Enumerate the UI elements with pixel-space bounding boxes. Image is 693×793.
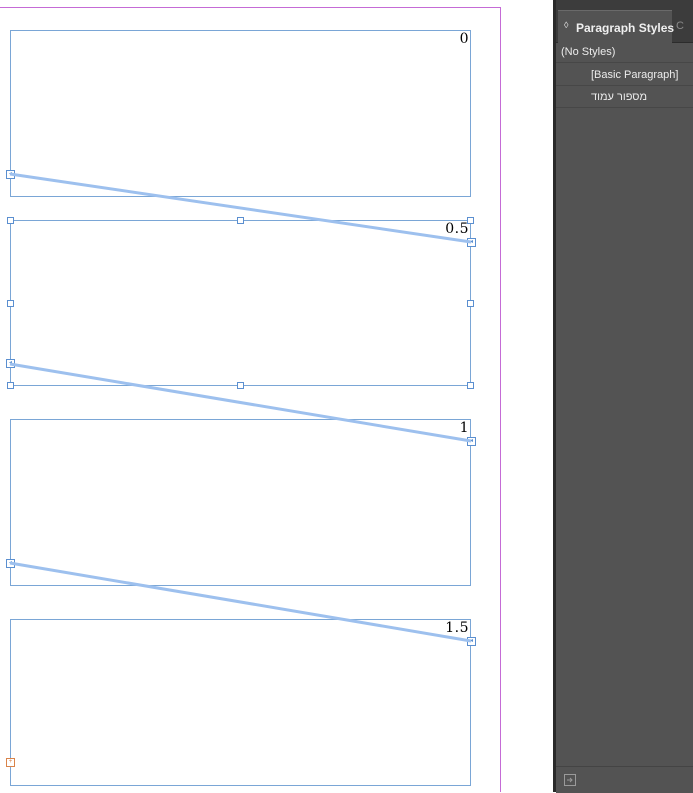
in-port-icon[interactable]: ◂ <box>467 437 476 446</box>
tab-label: Paragraph Styles <box>576 21 675 35</box>
frame-text[interactable]: 0.5 <box>445 220 469 238</box>
tab-paragraph-styles[interactable]: ◊ Paragraph Styles <box>558 10 675 43</box>
document-canvas[interactable]: 0 ◂ 0.5 ◂ ◂ 1 ◂ ◂ 1.5 ◂ + <box>0 0 553 792</box>
text-frame-1[interactable]: 0 <box>10 30 471 197</box>
margin-guide-right <box>500 7 501 792</box>
selection-handle-bottom-center[interactable] <box>237 382 244 389</box>
style-item-page-number[interactable]: מספור עמוד <box>556 86 693 108</box>
selection-handle-top-center[interactable] <box>237 217 244 224</box>
in-port-icon[interactable]: ◂ <box>6 559 15 568</box>
selection-handle-bottom-left[interactable] <box>7 382 14 389</box>
selection-handle-middle-left[interactable] <box>7 300 14 307</box>
text-frame-4[interactable]: 1.5 <box>10 619 471 786</box>
selection-handle-top-left[interactable] <box>7 217 14 224</box>
panel-tab-bar: ◊ Paragraph Styles C <box>556 8 693 43</box>
panel-top-bar[interactable] <box>556 0 693 8</box>
selection-handle-bottom-right[interactable] <box>467 382 474 389</box>
frame-text[interactable]: 0 <box>460 30 469 48</box>
in-port-icon[interactable]: ◂ <box>467 637 476 646</box>
out-port-empty-icon[interactable]: + <box>6 758 15 767</box>
style-label: [Basic Paragraph] <box>591 69 679 81</box>
in-port-icon[interactable]: ◂ <box>6 359 15 368</box>
paragraph-styles-panel: ◊ Paragraph Styles C (No Styles) [Basic … <box>556 0 693 793</box>
updown-arrows-icon: ◊ <box>564 20 569 30</box>
style-item-no-styles[interactable]: (No Styles) <box>556 41 693 63</box>
frame-text[interactable]: 1.5 <box>445 619 469 637</box>
frame-text[interactable]: 1 <box>460 419 469 437</box>
load-styles-icon[interactable] <box>563 773 577 787</box>
style-label: מספור עמוד <box>591 91 648 103</box>
in-port-icon[interactable]: ◂ <box>467 238 476 247</box>
selection-handle-middle-right[interactable] <box>467 300 474 307</box>
text-frame-2-selected[interactable]: 0.5 <box>10 220 471 386</box>
margin-guide-top <box>0 7 501 8</box>
text-frame-3[interactable]: 1 <box>10 419 471 586</box>
style-item-basic-paragraph[interactable]: [Basic Paragraph] <box>556 64 693 86</box>
tab-character-styles[interactable]: C <box>676 20 684 32</box>
style-label: (No Styles) <box>561 46 616 58</box>
panel-footer <box>556 766 693 793</box>
in-port-icon[interactable]: ◂ <box>6 170 15 179</box>
selection-handle-top-right[interactable] <box>467 217 474 224</box>
